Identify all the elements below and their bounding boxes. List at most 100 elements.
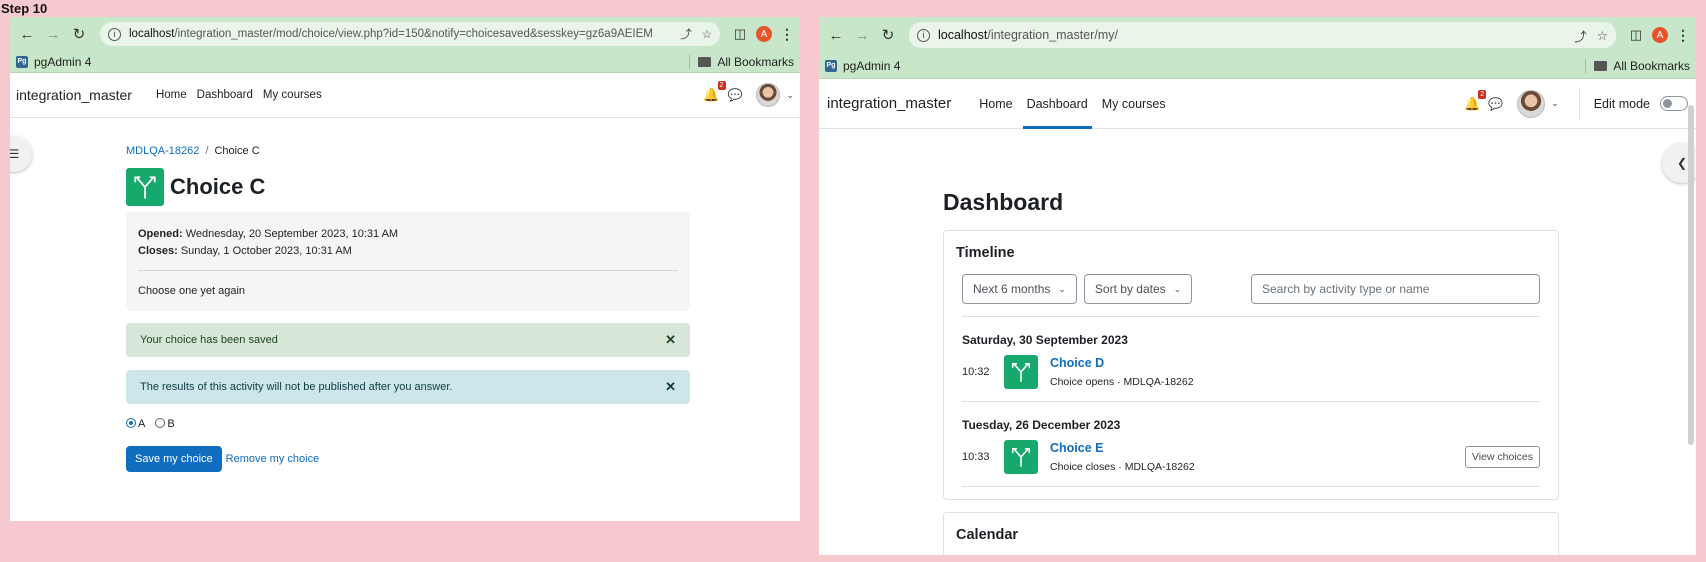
nav-my-courses[interactable]: My courses bbox=[1098, 79, 1170, 128]
page-title: Choice C bbox=[170, 174, 266, 199]
close-icon[interactable]: ✕ bbox=[665, 332, 676, 348]
chevron-down-icon[interactable]: ⌄ bbox=[1551, 98, 1559, 109]
nav-my-courses[interactable]: My courses bbox=[263, 73, 322, 117]
option-b-label: B bbox=[167, 418, 175, 430]
timeline-title: Timeline bbox=[956, 245, 1015, 261]
save-choice-button[interactable]: Save my choice bbox=[126, 446, 222, 472]
bookmarks-bar: Pg pgAdmin 4 All Bookmarks bbox=[819, 53, 1696, 79]
side-panel-icon[interactable]: ◫ bbox=[1626, 25, 1646, 45]
notifications-bell-icon[interactable]: 🔔 2 bbox=[1464, 89, 1487, 112]
messages-icon[interactable]: 💬 bbox=[1488, 97, 1503, 111]
user-avatar[interactable] bbox=[1517, 89, 1546, 118]
bookmark-star-icon[interactable]: ☆ bbox=[702, 27, 712, 41]
option-b[interactable]: B bbox=[155, 418, 175, 430]
folder-icon bbox=[698, 56, 712, 67]
opened-label: Opened: bbox=[138, 228, 183, 240]
view-choices-button[interactable]: View choices bbox=[1464, 446, 1540, 468]
all-bookmarks-label: All Bookmarks bbox=[717, 54, 794, 69]
nav-dashboard[interactable]: Dashboard bbox=[1022, 79, 1092, 129]
user-avatar[interactable] bbox=[756, 83, 781, 107]
share-icon[interactable]: ⤴ bbox=[680, 26, 692, 42]
page-scrollbar[interactable] bbox=[1688, 105, 1694, 445]
url-host: localhost bbox=[938, 28, 988, 42]
address-bar[interactable]: i localhost/integration_master/mod/choic… bbox=[100, 22, 720, 46]
edit-mode-control: Edit mode bbox=[1578, 88, 1688, 119]
nav-dashboard[interactable]: Dashboard bbox=[197, 73, 253, 117]
profile-avatar-icon[interactable]: A bbox=[756, 26, 772, 42]
side-panel-icon[interactable]: ◫ bbox=[730, 24, 750, 44]
remove-choice-link[interactable]: Remove my choice bbox=[226, 453, 320, 465]
nav-home[interactable]: Home bbox=[156, 73, 187, 117]
main-content: MDLQA-18262 / Choice C Choice C Opened: … bbox=[126, 145, 690, 472]
activity-description: Choose one yet again bbox=[138, 285, 246, 297]
bookmarks-bar: Pg pgAdmin 4 All Bookmarks bbox=[10, 51, 800, 73]
messages-icon[interactable]: 💬 bbox=[728, 88, 743, 102]
option-a-label: A bbox=[138, 418, 146, 430]
browser-menu-icon[interactable]: ⋮ bbox=[1676, 27, 1690, 44]
course-index-toggle-icon[interactable]: ☰ bbox=[10, 136, 32, 172]
all-bookmarks[interactable]: All Bookmarks bbox=[1585, 58, 1690, 73]
choice-options: A B bbox=[126, 418, 690, 430]
breadcrumb-separator: / bbox=[205, 145, 209, 157]
timeline-sort-dropdown[interactable]: Sort by dates ⌄ bbox=[1083, 274, 1193, 304]
reload-icon[interactable]: ↻ bbox=[877, 24, 899, 46]
share-icon[interactable]: ⤴ bbox=[1574, 26, 1587, 45]
option-a[interactable]: A bbox=[126, 418, 145, 430]
right-browser-window: ← → ↻ i localhost/integration_master/my/… bbox=[819, 17, 1696, 555]
site-info-icon[interactable]: i bbox=[108, 27, 121, 41]
notifications-bell-icon[interactable]: 🔔 2 bbox=[703, 81, 726, 103]
event-name-link[interactable]: Choice E bbox=[1050, 441, 1195, 455]
bookmark-pgadmin[interactable]: pgAdmin 4 bbox=[843, 59, 900, 73]
alert-results-info: The results of this activity will not be… bbox=[126, 370, 690, 404]
all-bookmarks[interactable]: All Bookmarks bbox=[689, 54, 794, 69]
calendar-title: Calendar bbox=[956, 527, 1019, 543]
radio-a[interactable] bbox=[126, 418, 136, 428]
filter-value: Next 6 months bbox=[973, 282, 1051, 296]
browser-toolbar: ← → ↻ i localhost/integration_master/mod… bbox=[10, 17, 800, 51]
address-bar[interactable]: i localhost/integration_master/my/ ⤴ ☆ bbox=[909, 22, 1616, 48]
main-content: Dashboard Timeline Next 6 months ⌄ Sort b… bbox=[943, 189, 1559, 555]
breadcrumb: MDLQA-18262 / Choice C bbox=[126, 145, 690, 157]
forward-icon[interactable]: → bbox=[42, 23, 64, 45]
bookmark-pgadmin[interactable]: pgAdmin 4 bbox=[34, 55, 91, 69]
back-icon[interactable]: ← bbox=[825, 24, 847, 46]
radio-b[interactable] bbox=[155, 418, 166, 428]
timeline-filter-dropdown[interactable]: Next 6 months ⌄ bbox=[962, 274, 1077, 304]
alert-saved-text: Your choice has been saved bbox=[140, 334, 278, 346]
edit-mode-toggle[interactable] bbox=[1660, 96, 1688, 111]
event-time: 10:32 bbox=[962, 366, 990, 378]
chevron-down-icon[interactable]: ⌄ bbox=[786, 90, 794, 101]
calendar-block: Calendar bbox=[943, 512, 1559, 555]
event-name-link[interactable]: Choice D bbox=[1050, 356, 1194, 370]
edit-mode-label: Edit mode bbox=[1593, 96, 1650, 111]
pgadmin-icon: Pg bbox=[16, 55, 28, 68]
profile-avatar-icon[interactable]: A bbox=[1652, 27, 1668, 43]
all-bookmarks-label: All Bookmarks bbox=[1613, 58, 1690, 73]
site-info-icon[interactable]: i bbox=[917, 28, 930, 42]
breadcrumb-course-link[interactable]: MDLQA-18262 bbox=[126, 145, 199, 157]
closes-label: Closes: bbox=[138, 245, 178, 257]
alert-results-text: The results of this activity will not be… bbox=[140, 381, 453, 393]
timeline-search-input[interactable]: Search by activity type or name bbox=[1251, 274, 1540, 304]
site-name[interactable]: integration_master bbox=[16, 87, 132, 103]
nav-home[interactable]: Home bbox=[975, 79, 1016, 128]
browser-menu-icon[interactable]: ⋮ bbox=[780, 26, 794, 43]
opened-value: Wednesday, 20 September 2023, 10:31 AM bbox=[185, 228, 399, 240]
close-icon[interactable]: ✕ bbox=[665, 379, 676, 395]
bookmark-star-icon[interactable]: ☆ bbox=[1597, 28, 1608, 43]
back-icon[interactable]: ← bbox=[16, 23, 38, 45]
chevron-down-icon: ⌄ bbox=[1058, 283, 1066, 294]
notification-count: 2 bbox=[717, 81, 726, 90]
closes-value: Sunday, 1 October 2023, 10:31 AM bbox=[180, 245, 352, 257]
forward-icon[interactable]: → bbox=[851, 24, 873, 46]
divider bbox=[138, 270, 678, 271]
site-name[interactable]: integration_master bbox=[827, 95, 951, 112]
event-subtitle: Choice closes · MDLQA-18262 bbox=[1050, 461, 1195, 473]
moodle-navbar: integration_master Home Dashboard My cou… bbox=[10, 73, 800, 118]
event-time: 10:33 bbox=[962, 451, 990, 463]
reload-icon[interactable]: ↻ bbox=[68, 23, 90, 45]
breadcrumb-current: Choice C bbox=[214, 145, 260, 157]
timeline-event: 10:33 Choice E Choice closes · MDLQA-182… bbox=[962, 440, 1540, 487]
choice-activity-icon bbox=[1004, 440, 1038, 474]
timeline-event: 10:32 Choice D Choice opens · MDLQA-1826… bbox=[962, 355, 1540, 402]
